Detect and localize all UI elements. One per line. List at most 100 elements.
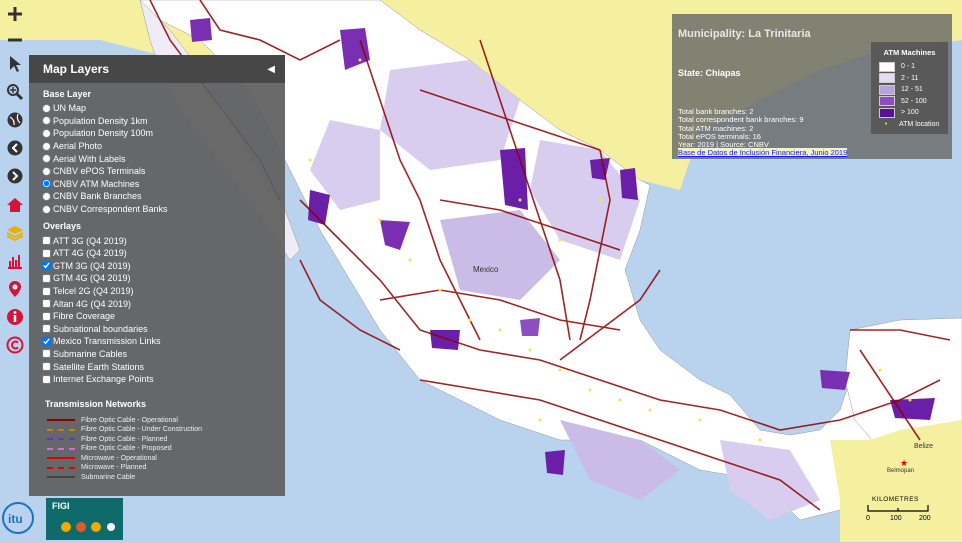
overlays-label: Subnational boundaries [53,323,148,334]
atm-legend: ATM Machines 0 - 1 2 - 11 12 - 51 52 - 100 >… [871,42,948,134]
globe-icon[interactable] [3,108,27,132]
atm-class-label: 2 - 11 [901,74,919,82]
overlays-label: GTM 4G (Q4 2019) [53,273,131,284]
base-radio[interactable] [42,166,51,176]
overlays-checkbox[interactable] [42,273,51,283]
overlays-option[interactable]: Fibre Coverage [42,310,285,323]
base-radio[interactable] [42,116,51,126]
overlays-checkbox[interactable] [42,286,51,296]
atm-class-row: 0 - 1 [879,61,948,73]
base-option[interactable]: UN Map [42,102,285,115]
network-legend-label: Submarine Cable [81,473,136,481]
base-radio[interactable] [42,179,51,189]
overlays-checkbox[interactable] [42,261,51,271]
overlays-option[interactable]: Subnational boundaries [42,323,285,336]
network-line-swatch [47,447,75,450]
base-option[interactable]: CNBV Bank Branches [42,190,285,203]
overlays-label: Submarine Cables [53,348,128,359]
network-legend-label: Fibre Optic Cable - Under Construction [81,426,202,434]
layers-icon[interactable] [3,221,27,245]
overlays-option[interactable]: Telcel 2G (Q4 2019) [42,285,285,298]
zoom-in-icon[interactable] [3,2,27,26]
overlays-option[interactable]: Satellite Earth Stations [42,360,285,373]
atm-dot-icon: • [884,120,888,128]
overlays-option[interactable]: Submarine Cables [42,348,285,361]
overlays-option[interactable]: Mexico Transmission Links [42,335,285,348]
base-option[interactable]: CNBV Correspondent Banks [42,203,285,216]
network-legend-label: Fibre Optic Cable - Planned [81,435,168,443]
scale-tick: 200 [919,515,931,522]
atm-class-swatch [879,107,895,118]
overlays-label: ATT 4G (Q4 2019) [53,248,127,259]
atm-legend-title: ATM Machines [883,48,936,57]
network-legend-item: Fibre Optic Cable - Under Construction [47,425,285,435]
base-option[interactable]: CNBV ATM Machines [42,178,285,191]
base-label: Population Density 1km [53,115,148,126]
atm-class-swatch [879,61,895,72]
base-radio[interactable] [42,154,51,164]
overlays-option[interactable]: ATT 3G (Q4 2019) [42,234,285,247]
base-option[interactable]: CNBV ePOS Terminals [42,165,285,178]
back-icon[interactable] [3,136,27,160]
collapse-panel-icon[interactable]: ◀ [267,64,275,75]
atm-class-row: 52 - 100 [879,96,948,108]
source-link[interactable]: Base de Datos de Inclusión Financiera, J… [678,148,848,158]
pointer-icon[interactable] [3,52,27,76]
atm-location-row: • ATM location [879,119,948,131]
overlays-option[interactable]: Internet Exchange Points [42,373,285,386]
network-line-swatch [47,457,75,460]
panel-title: Map Layers [43,62,110,76]
base-radio[interactable] [42,141,51,151]
base-radio[interactable] [42,128,51,138]
base-label: CNBV Bank Branches [53,191,142,202]
overlays-checkbox[interactable] [42,311,51,321]
overlays-option[interactable]: GTM 3G (Q4 2019) [42,260,285,273]
overlay-list: ATT 3G (Q4 2019) ATT 4G (Q4 2019) GTM 3G (… [29,234,285,385]
base-option[interactable]: Population Density 1km [42,115,285,128]
base-radio[interactable] [42,103,51,113]
network-line-swatch [47,428,75,431]
base-radio[interactable] [42,191,51,201]
overlays-heading: Overlays [43,221,82,232]
overlays-checkbox[interactable] [42,374,51,384]
base-label: CNBV ATM Machines [53,178,140,189]
copyright-icon[interactable] [3,333,27,357]
atm-class-swatch [879,96,895,107]
overlays-checkbox[interactable] [42,324,51,334]
overlays-checkbox[interactable] [42,248,51,258]
network-line-swatch [47,476,75,479]
chart-icon[interactable] [3,249,27,273]
base-option[interactable]: Aerial With Labels [42,152,285,165]
overlays-label: Satellite Earth Stations [53,361,145,372]
atm-legend-classes: 0 - 1 2 - 11 12 - 51 52 - 100 > 100 [871,61,948,119]
forward-icon[interactable] [3,164,27,188]
atm-location-label: ATM location [899,120,940,128]
scale-title: KILOMETRES [872,496,919,503]
map-layers-panel: Map Layers ◀ Base Layer UN Map Population… [29,55,285,496]
overlays-checkbox[interactable] [42,336,51,346]
home-icon[interactable] [3,193,27,217]
zoom-out-icon[interactable] [3,28,27,52]
pin-icon[interactable] [3,277,27,301]
base-option[interactable]: Population Density 100m [42,127,285,140]
overlays-checkbox[interactable] [42,349,51,359]
atm-class-row: 2 - 11 [879,73,948,85]
base-option[interactable]: Aerial Photo [42,140,285,153]
base-radio[interactable] [42,204,51,214]
atm-class-swatch [879,84,895,95]
overlays-checkbox[interactable] [42,236,51,246]
atm-class-label: 0 - 1 [901,63,916,71]
scale-bar: KILOMETRES 0 100 200 [864,496,944,525]
zoom-area-icon[interactable] [3,80,27,104]
overlays-option[interactable]: Altan 4G (Q4 2019) [42,297,285,310]
overlays-checkbox[interactable] [42,362,51,372]
overlays-option[interactable]: ATT 4G (Q4 2019) [42,247,285,260]
atm-class-swatch [879,73,895,84]
network-legend-label: Fibre Optic Cable - Operational [81,416,178,424]
overlays-checkbox[interactable] [42,299,51,309]
scale-tick: 100 [890,515,902,522]
overlays-label: Telcel 2G (Q4 2019) [53,286,134,297]
overlays-option[interactable]: GTM 4G (Q4 2019) [42,272,285,285]
atm-class-label: 52 - 100 [901,97,927,105]
info-icon[interactable] [3,305,27,329]
